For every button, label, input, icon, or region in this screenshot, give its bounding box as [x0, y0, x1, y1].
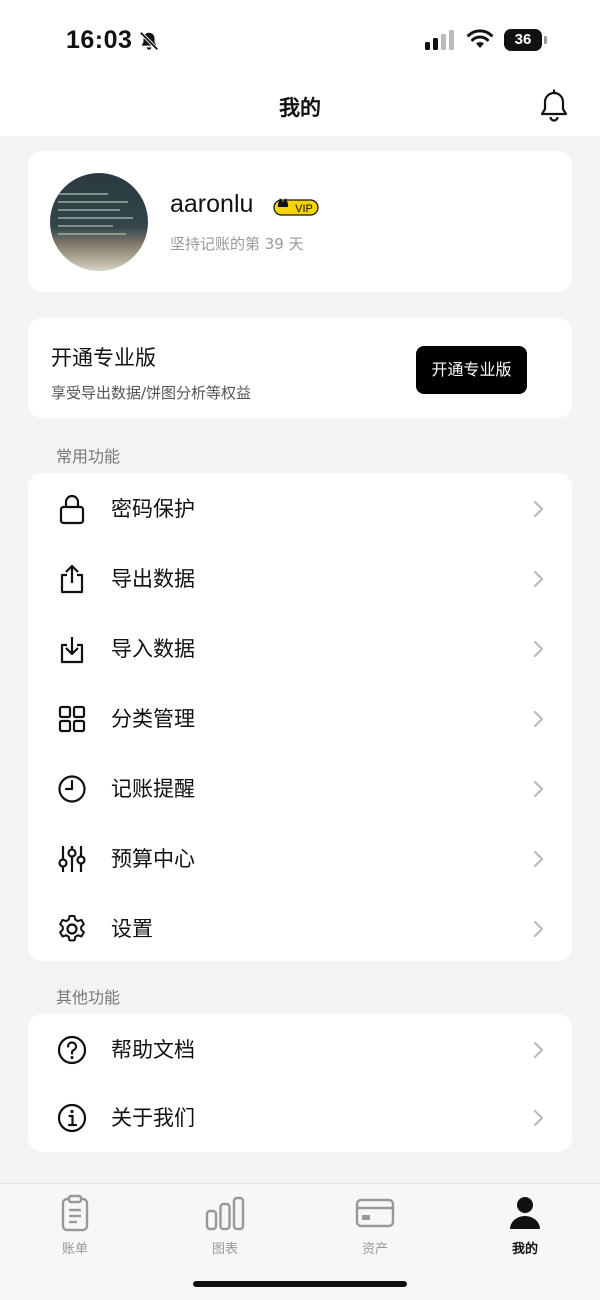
lock-icon — [59, 494, 85, 525]
status-time: 16:03 — [66, 26, 133, 54]
notification-bell-icon[interactable] — [536, 88, 572, 124]
signal-icon — [425, 30, 454, 50]
pro-title: 开通专业版 — [51, 346, 156, 370]
chevron-right-icon — [533, 1109, 544, 1127]
other-functions-list: 帮助文档 关于我们 — [28, 1014, 572, 1152]
chevron-right-icon — [533, 1041, 544, 1059]
chevron-right-icon — [533, 780, 544, 798]
menu-item-label: 设置 — [111, 917, 153, 941]
person-icon — [510, 1197, 540, 1229]
grid-icon — [58, 705, 86, 733]
tab-label: 图表 — [211, 1242, 238, 1257]
menu-item-settings[interactable]: 设置 — [28, 893, 572, 963]
chevron-right-icon — [533, 640, 544, 658]
menu-item-label: 记账提醒 — [111, 777, 195, 801]
menu-item-label: 导入数据 — [111, 637, 195, 661]
nav-bar: 我的 — [0, 80, 600, 136]
menu-item-label: 帮助文档 — [111, 1038, 195, 1062]
menu-item-label: 密码保护 — [111, 497, 195, 521]
menu-item-help-docs[interactable]: 帮助文档 — [28, 1014, 572, 1084]
menu-item-budget-center[interactable]: 预算中心 — [28, 823, 572, 893]
bill-icon — [61, 1194, 89, 1232]
profile-card[interactable]: aaronlu VIP 坚持记账的第 39 天 — [28, 151, 572, 292]
tab-charts[interactable]: 图表 — [175, 1194, 275, 1264]
tab-label: 账单 — [61, 1242, 88, 1257]
chart-icon — [205, 1196, 245, 1231]
export-icon — [60, 564, 84, 594]
gear-icon — [59, 915, 85, 942]
page-title: 我的 — [279, 96, 321, 120]
chevron-right-icon — [533, 500, 544, 518]
vip-badge: VIP — [273, 198, 319, 216]
bell-off-icon — [139, 31, 159, 51]
menu-item-reminder[interactable]: 记账提醒 — [28, 753, 572, 823]
pro-subtitle: 享受导出数据/饼图分析等权益 — [51, 384, 252, 402]
menu-item-label: 预算中心 — [111, 847, 195, 871]
tab-bills[interactable]: 账单 — [25, 1194, 125, 1264]
sliders-icon — [58, 846, 86, 872]
card-icon — [355, 1198, 395, 1228]
info-icon — [57, 1103, 87, 1133]
wifi-icon — [467, 29, 493, 48]
menu-item-category-management[interactable]: 分类管理 — [28, 683, 572, 753]
menu-item-password-protection[interactable]: 密码保护 — [28, 473, 572, 543]
tab-assets[interactable]: 资产 — [325, 1194, 425, 1264]
chevron-right-icon — [533, 570, 544, 588]
bookkeeping-days: 坚持记账的第 39 天 — [170, 235, 304, 253]
menu-item-export-data[interactable]: 导出数据 — [28, 543, 572, 613]
tab-label: 我的 — [511, 1242, 538, 1257]
import-icon — [60, 637, 84, 664]
menu-item-about-us[interactable]: 关于我们 — [28, 1082, 572, 1152]
menu-item-label: 关于我们 — [111, 1106, 195, 1130]
menu-item-label: 分类管理 — [111, 707, 195, 731]
chevron-right-icon — [533, 710, 544, 728]
menu-item-import-data[interactable]: 导入数据 — [28, 613, 572, 683]
section-title-other: 其他功能 — [56, 988, 121, 1007]
common-functions-list: 密码保护 导出数据 导入数据 分类管理 记账提醒 预算中心 设置 — [28, 473, 572, 961]
battery-indicator: 36 — [504, 29, 547, 51]
tab-mine[interactable]: 我的 — [475, 1194, 575, 1264]
clock-icon — [58, 775, 86, 803]
avatar[interactable] — [50, 173, 148, 271]
menu-item-label: 导出数据 — [111, 567, 195, 591]
chevron-right-icon — [533, 920, 544, 938]
tab-label: 资产 — [361, 1242, 388, 1257]
pro-upgrade-card: 开通专业版 享受导出数据/饼图分析等权益 开通专业版 — [28, 318, 572, 418]
vip-badge-text: VIP — [295, 203, 313, 215]
chevron-right-icon — [533, 850, 544, 868]
help-icon — [57, 1035, 87, 1065]
username: aaronlu — [170, 190, 254, 218]
home-indicator[interactable] — [193, 1281, 407, 1287]
status-bar: 16:03 36 — [0, 0, 600, 80]
section-title-common: 常用功能 — [56, 447, 121, 466]
upgrade-pro-button[interactable]: 开通专业版 — [416, 346, 527, 394]
